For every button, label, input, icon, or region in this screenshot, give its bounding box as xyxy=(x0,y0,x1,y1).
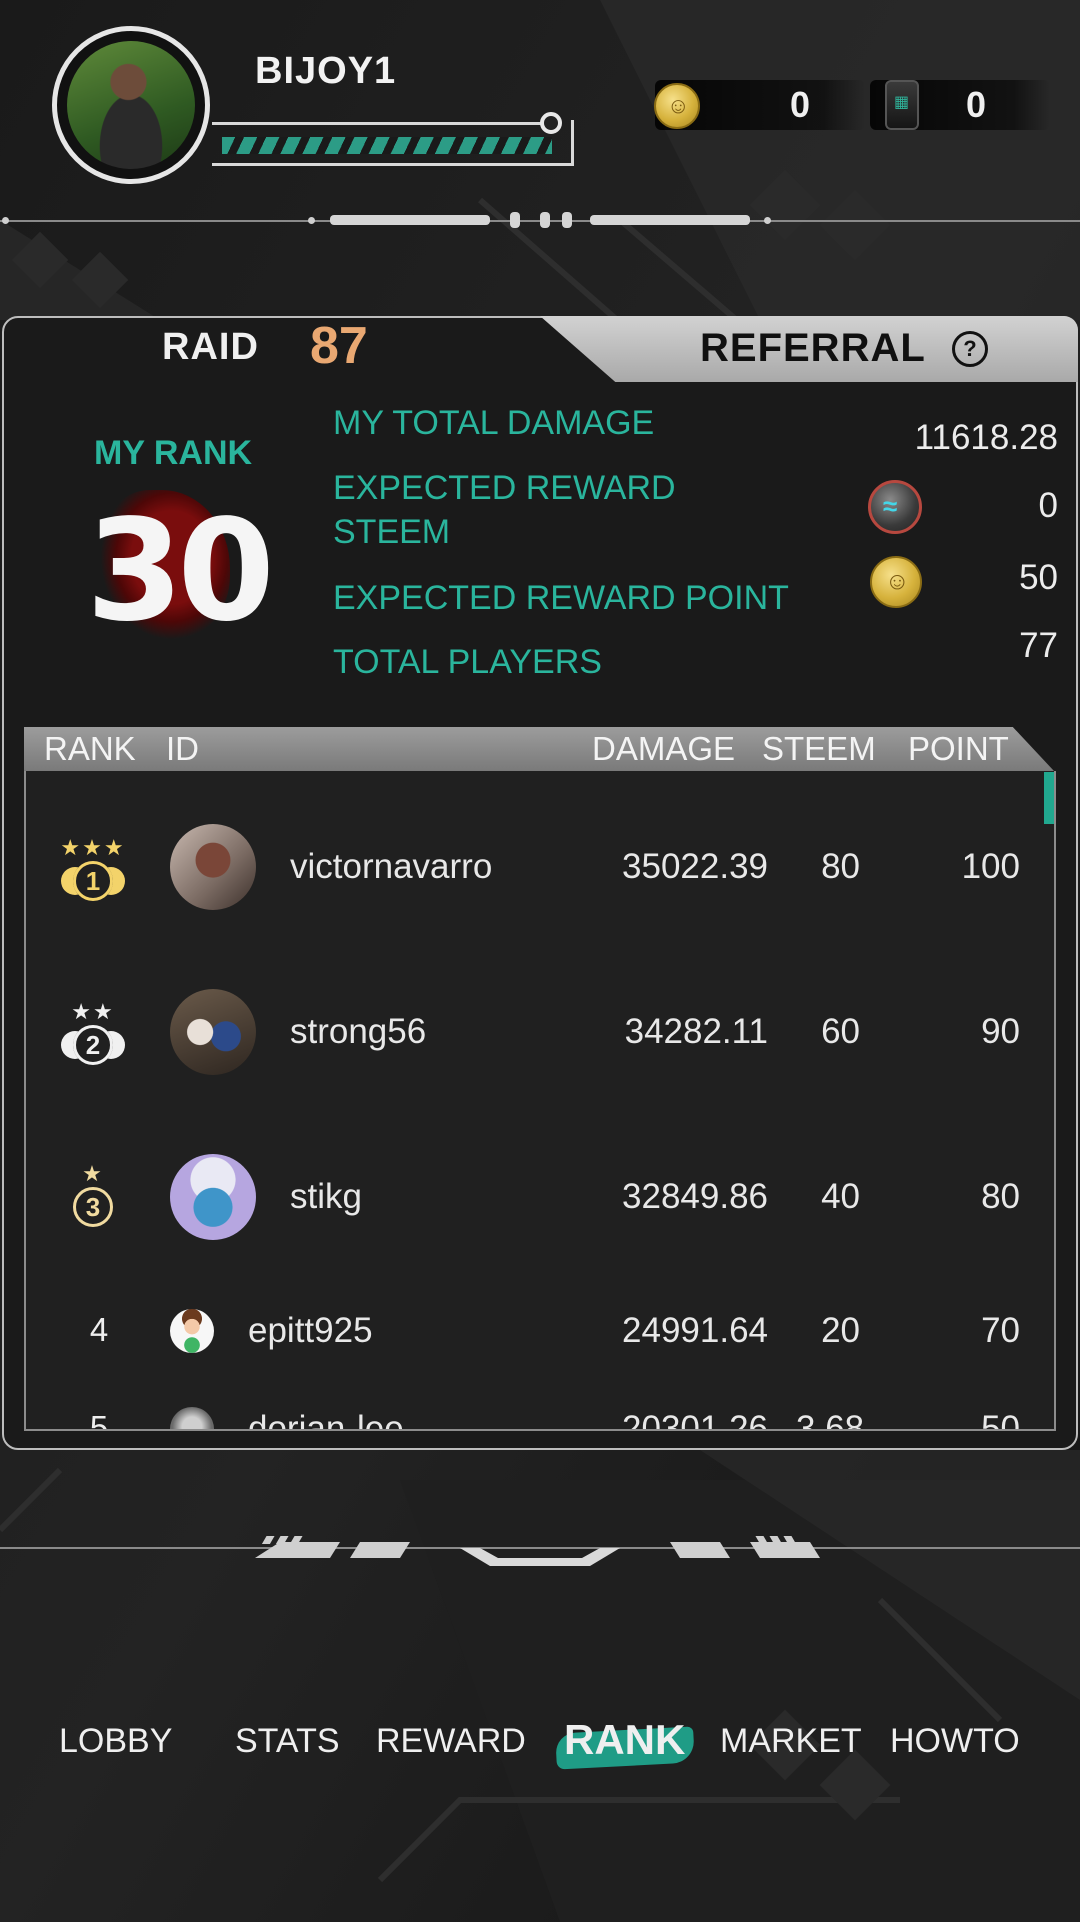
stat-value-reward-point: 50 xyxy=(1019,558,1058,597)
stat-value-total-damage: 11618.28 xyxy=(914,418,1058,457)
player-point: 50 xyxy=(981,1409,1020,1431)
rank-1-badge-icon: ★★★ 1 xyxy=(38,835,148,901)
player-damage: 24991.64 xyxy=(622,1311,768,1350)
my-rank-label: MY RANK xyxy=(94,434,253,472)
rank-3-badge-icon: ★ 3 xyxy=(38,1161,148,1227)
table-scrollbar[interactable] xyxy=(1044,772,1054,824)
player-steem: 60 xyxy=(821,1012,860,1051)
nav-howto[interactable]: HOWTO xyxy=(890,1722,1020,1761)
nav-rank[interactable]: RANK xyxy=(564,1716,685,1764)
user-avatar xyxy=(170,824,256,910)
player-damage: 34282.11 xyxy=(624,1012,768,1051)
referral-tab-label[interactable]: REFERRAL xyxy=(700,326,926,371)
column-header-id: ID xyxy=(166,730,199,767)
player-steem: 80 xyxy=(821,847,860,886)
coin-count: 0 xyxy=(790,84,811,125)
raid-count: 87 xyxy=(310,317,368,375)
user-avatar xyxy=(170,1154,256,1240)
xp-progress-bar xyxy=(222,137,552,154)
player-steem: 3.68 xyxy=(796,1409,865,1431)
avatar-photo xyxy=(67,41,195,169)
my-rank-value: 30 xyxy=(86,490,275,653)
nav-lobby[interactable]: LOBBY xyxy=(59,1722,172,1761)
column-header-point: POINT xyxy=(908,730,1009,767)
bottom-divider xyxy=(0,1536,1080,1566)
player-id[interactable]: dorian-lee xyxy=(248,1409,404,1429)
ticket-icon: ▦ xyxy=(885,80,919,130)
stat-label-total-players: TOTAL PLAYERS xyxy=(333,643,602,681)
player-id[interactable]: epitt925 xyxy=(248,1311,373,1351)
player-point: 90 xyxy=(981,1012,1020,1051)
player-damage: 20301.26 xyxy=(622,1409,768,1431)
nav-market[interactable]: MARKET xyxy=(720,1722,862,1761)
rank-table[interactable]: ★★★ 1 victornavarro 35022.39 80 100 ★★ 2… xyxy=(24,771,1056,1431)
column-header-damage: DAMAGE xyxy=(592,730,736,767)
coin-icon: ☺ xyxy=(654,83,700,129)
stat-label-reward-steem: EXPECTED REWARD STEEM xyxy=(333,469,676,551)
raid-tab-label[interactable]: RAID xyxy=(162,326,259,369)
player-damage: 32849.86 xyxy=(622,1177,768,1216)
stat-label-total-damage: MY TOTAL DAMAGE xyxy=(333,404,655,442)
xp-bar-knob xyxy=(540,112,562,134)
player-steem: 20 xyxy=(821,1311,860,1350)
point-coin-icon: ☺ xyxy=(870,556,922,608)
player-rank: 4 xyxy=(89,1311,109,1348)
player-rank: 5 xyxy=(89,1409,109,1431)
player-id[interactable]: strong56 xyxy=(290,1012,426,1052)
nav-stats[interactable]: STATS xyxy=(235,1722,340,1761)
player-point: 80 xyxy=(981,1177,1020,1216)
nav-reward[interactable]: REWARD xyxy=(376,1722,526,1761)
player-avatar[interactable] xyxy=(52,26,210,184)
user-avatar xyxy=(170,1407,214,1429)
player-point: 100 xyxy=(961,847,1020,886)
column-header-steem: STEEM xyxy=(762,730,876,767)
steem-icon: ≈ xyxy=(868,480,922,534)
stat-value-total-players: 77 xyxy=(1019,626,1058,665)
username: BIJOY1 xyxy=(255,50,397,92)
player-id[interactable]: victornavarro xyxy=(290,847,492,887)
ticket-count: 0 xyxy=(966,84,987,125)
stat-label-reward-point: EXPECTED REWARD POINT xyxy=(333,579,789,617)
player-point: 70 xyxy=(981,1311,1020,1350)
column-header-rank: RANK xyxy=(44,730,136,767)
stat-value-reward-steem: 0 xyxy=(1038,486,1058,525)
player-damage: 35022.39 xyxy=(622,847,768,886)
table-row[interactable]: 5 dorian-lee 20301.26 3.68 50 xyxy=(26,771,1054,1429)
user-avatar xyxy=(170,989,256,1075)
player-steem: 40 xyxy=(821,1177,860,1216)
user-avatar xyxy=(170,1309,214,1353)
player-id[interactable]: stikg xyxy=(290,1177,362,1217)
help-icon[interactable]: ? xyxy=(952,331,988,367)
rank-2-badge-icon: ★★ 2 xyxy=(38,999,148,1065)
